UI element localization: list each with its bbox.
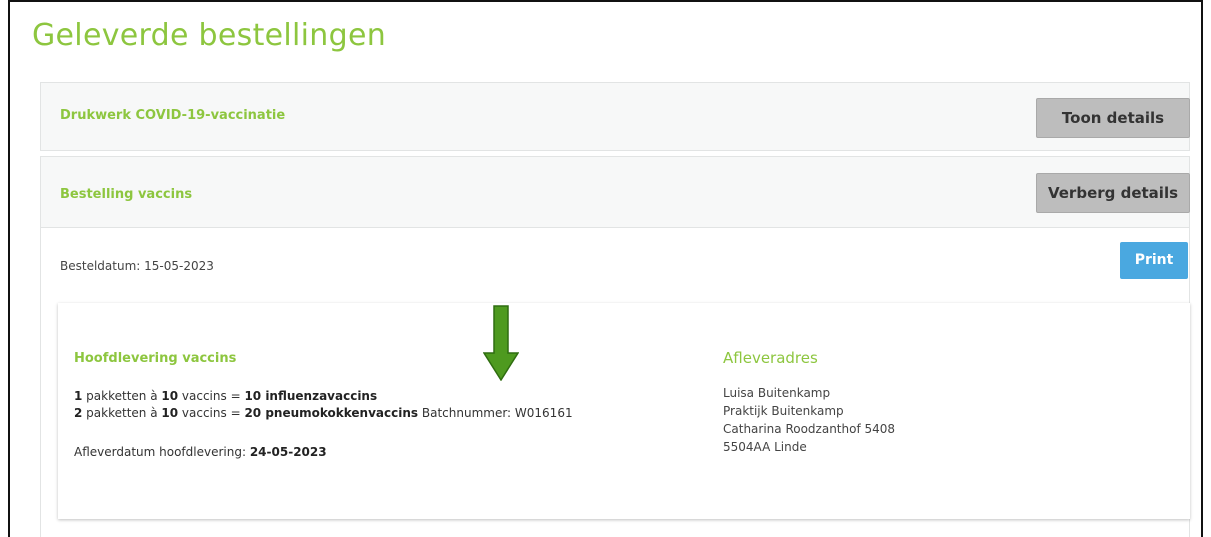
- vaccine-total: 10 influenzavaccins: [244, 389, 378, 403]
- address-line: Praktijk Buitenkamp: [723, 404, 844, 418]
- order-date-value: 15-05-2023: [144, 259, 214, 273]
- order-title: Bestelling vaccins: [60, 187, 193, 202]
- vaccines-per-package: 10: [161, 406, 179, 420]
- delivery-line: 1 pakketten à 10 vaccins = 10 influenzav…: [74, 389, 377, 403]
- text: pakketten à: [82, 406, 162, 420]
- order-panel-vaccines: Bestelling vaccins Verberg details: [40, 156, 1190, 228]
- delivery-date-value: 24-05-2023: [249, 445, 327, 459]
- vaccine-total: 20 pneumokokkenvaccins: [244, 406, 419, 420]
- arrow-down-icon: [483, 305, 519, 381]
- order-panel-print-materials: Drukwerk COVID-19-vaccinatie Toon detail…: [40, 82, 1190, 151]
- print-button[interactable]: Print: [1120, 242, 1188, 279]
- order-date-label: Besteldatum:: [60, 259, 141, 273]
- show-details-button[interactable]: Toon details: [1036, 98, 1190, 138]
- text: vaccins =: [178, 406, 245, 420]
- order-details: Besteldatum: 15-05-2023 Print Hoofdlever…: [40, 228, 1190, 537]
- order-date: Besteldatum: 15-05-2023: [60, 259, 214, 273]
- text: pakketten à: [82, 389, 162, 403]
- delivery-line: 2 pakketten à 10 vaccins = 20 pneumokokk…: [74, 406, 573, 420]
- vaccines-per-package: 10: [161, 389, 179, 403]
- hide-details-button[interactable]: Verberg details: [1036, 173, 1190, 213]
- delivery-card: Hoofdlevering vaccins 1 pakketten à 10 v…: [58, 303, 1190, 519]
- address-line: Catharina Roodzanthof 5408: [723, 422, 896, 436]
- page-title: Geleverde bestellingen: [32, 18, 387, 53]
- text: vaccins =: [178, 389, 245, 403]
- order-title: Drukwerk COVID-19-vaccinatie: [60, 108, 286, 123]
- batch-number: Batchnummer: W016161: [418, 406, 573, 420]
- delivery-title: Hoofdlevering vaccins: [74, 351, 237, 366]
- delivery-date: Afleverdatum hoofdlevering: 24-05-2023: [74, 445, 327, 459]
- delivery-date-label: Afleverdatum hoofdlevering:: [74, 445, 250, 459]
- address-line: Luisa Buitenkamp: [723, 386, 831, 400]
- address-title: Afleveradres: [723, 349, 818, 367]
- address-line: 5504AA Linde: [723, 440, 807, 454]
